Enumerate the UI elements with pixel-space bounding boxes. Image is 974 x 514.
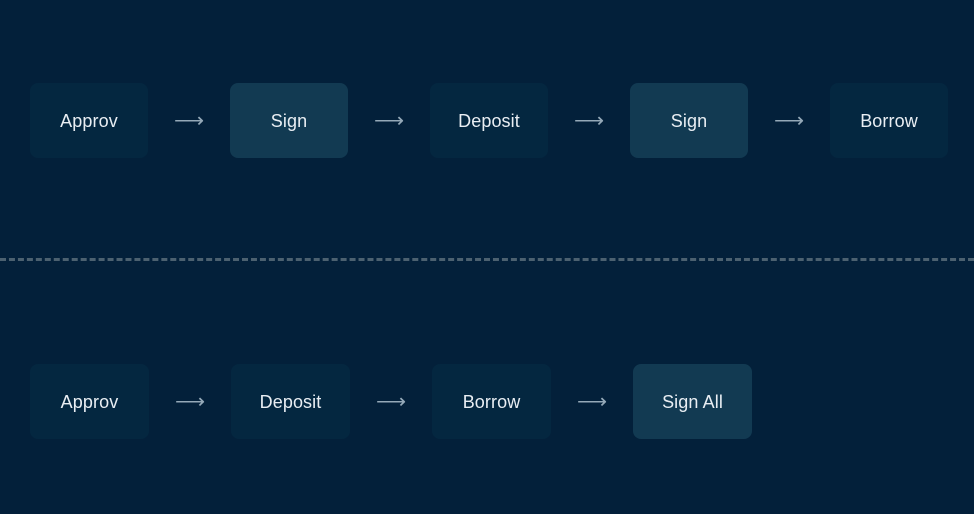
step-label: Sign All: [662, 391, 723, 412]
flow-row-batched-signature: Approv ⟶ Deposit ⟶ Borrow ⟶ Sign All: [30, 364, 752, 439]
flow-row-individual-signature: Approv ⟶ Sign ⟶ Deposit ⟶ Sign ⟶ Borrow …: [30, 83, 974, 158]
step-label: Sign: [670, 110, 708, 131]
arrow-right-icon: ⟶: [174, 390, 206, 413]
step-borrow-bottom[interactable]: Borrow: [432, 364, 551, 439]
step-approve-top[interactable]: Approv: [30, 83, 148, 158]
step-deposit-bottom[interactable]: Deposit: [231, 364, 350, 439]
arrow-right-icon: ⟶: [373, 109, 405, 132]
section-divider: [0, 258, 974, 261]
step-borrow-top[interactable]: Borrow: [830, 83, 948, 158]
step-sign-1-top[interactable]: Sign: [230, 83, 348, 158]
step-deposit-top[interactable]: Deposit: [430, 83, 548, 158]
step-label: Approv: [60, 110, 118, 131]
step-approve-bottom[interactable]: Approv: [30, 364, 149, 439]
step-label: Approv: [60, 391, 119, 412]
step-sign-2-top[interactable]: Sign: [630, 83, 748, 158]
arrow-right-icon: ⟶: [576, 390, 608, 413]
arrow-right-icon: ⟶: [948, 110, 974, 131]
step-label: Sign: [270, 110, 308, 131]
arrow-right-icon: ⟶: [773, 109, 805, 132]
step-label: Deposit: [458, 110, 520, 131]
step-label: Borrow: [860, 110, 918, 131]
flow-diagram-canvas: Approv ⟶ Sign ⟶ Deposit ⟶ Sign ⟶ Borrow …: [0, 0, 974, 514]
arrow-right-icon: ⟶: [375, 390, 407, 413]
arrow-right-icon: ⟶: [173, 109, 205, 132]
step-label: Deposit: [259, 391, 322, 412]
step-label: Borrow: [462, 391, 521, 412]
step-sign-all-bottom[interactable]: Sign All: [633, 364, 752, 439]
arrow-right-icon: ⟶: [573, 109, 605, 132]
